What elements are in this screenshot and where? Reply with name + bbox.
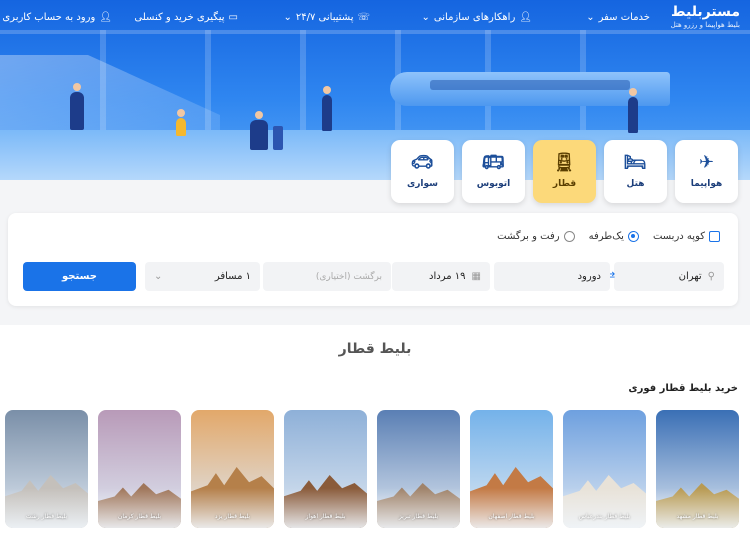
tab-label: اتوبوس [476,179,511,189]
city-card[interactable]: بلیط قطار مشهد [656,410,739,528]
hero-beam [0,30,750,34]
trip-options: کوپه دربست یک‌طرفه رفت و برگشت [497,231,720,242]
checkbox-box[interactable] [709,231,720,242]
nav-support[interactable]: ☏ پشتیبانی ۲۴/۷ ⌄ [284,12,371,23]
city-photo-fade [656,488,739,528]
nav-login[interactable]: 👤︎ ورود به حساب کاربری [2,12,112,23]
bus-icon: 🚌︎ [481,152,505,173]
chevron-down-icon: ⌄ [283,12,292,23]
option-label: یک‌طرفه [588,231,624,242]
one-way-radio[interactable]: یک‌طرفه [589,231,639,242]
option-label: رفت و برگشت [497,231,560,242]
return-placeholder: برگشت (اختیاری) [315,271,382,282]
tab-label: سواری [407,179,439,189]
child-illustration [176,109,186,136]
hero-escalator-illustration [0,55,220,135]
city-card-label: بلیط قطار مشهد [676,513,719,520]
search-button[interactable]: جستجو [23,262,136,291]
radio-circle[interactable] [563,231,575,242]
city-photo-fade [563,488,646,528]
father-illustration [250,111,268,150]
origin-value: تهران [678,271,702,282]
location-pin-icon: ⚲ [707,271,715,282]
hero-pillar [300,30,306,130]
city-card-label: بلیط قطار تبریز [398,513,439,520]
city-card[interactable]: بلیط قطار رشت [5,410,88,528]
city-photo-fade [5,488,88,528]
nav-org-solutions[interactable]: 👤︎ راهکارهای سازمانی ⌄ [422,12,532,23]
bed-icon: 🛏︎ [623,152,647,173]
brand-tagline: بلیط هواپیما و رزرو هتل [670,21,740,29]
return-date-field[interactable]: برگشت (اختیاری) [263,262,391,291]
depart-date-value: ۱۹ مرداد [429,271,466,282]
airplane-icon: ✈ [698,152,715,173]
coupe-checkbox[interactable]: کوپه دربست [653,231,720,242]
nav-tracking[interactable]: ▭ پیگیری خرید و کنسلی [134,12,238,23]
service-tabs: ✈ هواپیما 🛏︎ هتل 🚆︎ قطار 🚌︎ اتوبوس 🚗︎ سو… [391,140,738,203]
brand-name: مستربلیط [670,4,740,20]
tab-car[interactable]: 🚗︎ سواری [391,140,454,203]
city-photo-fade [98,488,181,528]
city-card[interactable]: بلیط قطار بندرعباس [563,410,646,528]
city-card-label: بلیط قطار رشت [25,513,68,520]
city-card[interactable]: بلیط قطار یزد [191,410,274,528]
quick-buy-title: خرید بلیط قطار فوری [628,383,738,394]
tab-train[interactable]: 🚆︎ قطار [533,140,596,203]
nav-label: ورود به حساب کاربری [2,12,96,23]
support-icon: ☏ [357,12,370,23]
nav-label: پشتیبانی ۲۴/۷ [295,12,354,23]
city-card-label: بلیط قطار کرمان [117,513,162,520]
tab-bus[interactable]: 🚌︎ اتوبوس [462,140,525,203]
tab-label: هواپیما [690,179,723,189]
depart-date-field[interactable]: ▦ ۱۹ مرداد [392,262,490,291]
destination-field[interactable]: دورود [494,262,610,291]
tab-label: قطار [552,179,577,189]
city-cards: بلیط قطار مشهد بلیط قطار بندرعباس بلیط قطا… [5,410,739,528]
city-photo-fade [191,488,274,528]
suitcase-illustration [273,126,283,150]
origin-field[interactable]: ⚲ تهران [614,262,724,291]
round-trip-radio[interactable]: رفت و برگشت [497,231,575,242]
ticket-icon: ▭ [228,12,238,23]
chevron-down-icon: ⌄ [421,12,430,23]
radio-circle[interactable] [627,231,639,242]
city-card[interactable]: بلیط قطار اهواز [284,410,367,528]
train-icon: 🚆︎ [552,152,576,173]
city-photo-fade [470,488,553,528]
nav-label: خدمات سفر [598,12,650,23]
tab-hotel[interactable]: 🛏︎ هتل [604,140,667,203]
city-card[interactable]: بلیط قطار تبریز [377,410,460,528]
chevron-down-icon: ⌄ [586,12,595,23]
nav-travel-services[interactable]: خدمات سفر ⌄ [586,12,650,23]
car-icon: 🚗︎ [410,152,434,173]
tab-airplane[interactable]: ✈ هواپیما [675,140,738,203]
user-icon: 👤︎ [99,12,112,23]
tab-label: هتل [626,179,645,189]
city-card-label: بلیط قطار بندرعباس [578,513,631,520]
option-label: کوپه دربست [652,231,705,242]
walker-illustration [628,88,638,133]
chevron-down-icon: ⌄ [154,271,163,282]
nav-label: پیگیری خرید و کنسلی [134,12,225,23]
city-card[interactable]: بلیط قطار اصفهان [470,410,553,528]
city-card[interactable]: بلیط قطار کرمان [98,410,181,528]
destination-value: دورود [577,271,601,282]
brand-logo[interactable]: مستربلیط بلیط هواپیما و رزرو هتل [671,4,740,29]
user-icon: 👤︎ [519,12,532,23]
passengers-select[interactable]: ۱ مسافر ⌄ [145,262,260,291]
traveler-illustration [70,83,84,130]
page-section-title: بلیط قطار [338,341,412,357]
city-card-label: بلیط قطار اهواز [305,513,346,520]
walker-illustration [322,86,332,131]
calendar-icon: ▦ [471,271,481,282]
city-card-label: بلیط قطار یزد [214,513,251,520]
city-photo-fade [284,488,367,528]
search-card: کوپه دربست یک‌طرفه رفت و برگشت ⚲ تهران ⇄… [8,213,738,306]
city-photo-fade [377,488,460,528]
city-card-label: بلیط قطار اصفهان [488,513,535,520]
nav-label: راهکارهای سازمانی [433,12,516,23]
passengers-value: ۱ مسافر [214,271,251,282]
